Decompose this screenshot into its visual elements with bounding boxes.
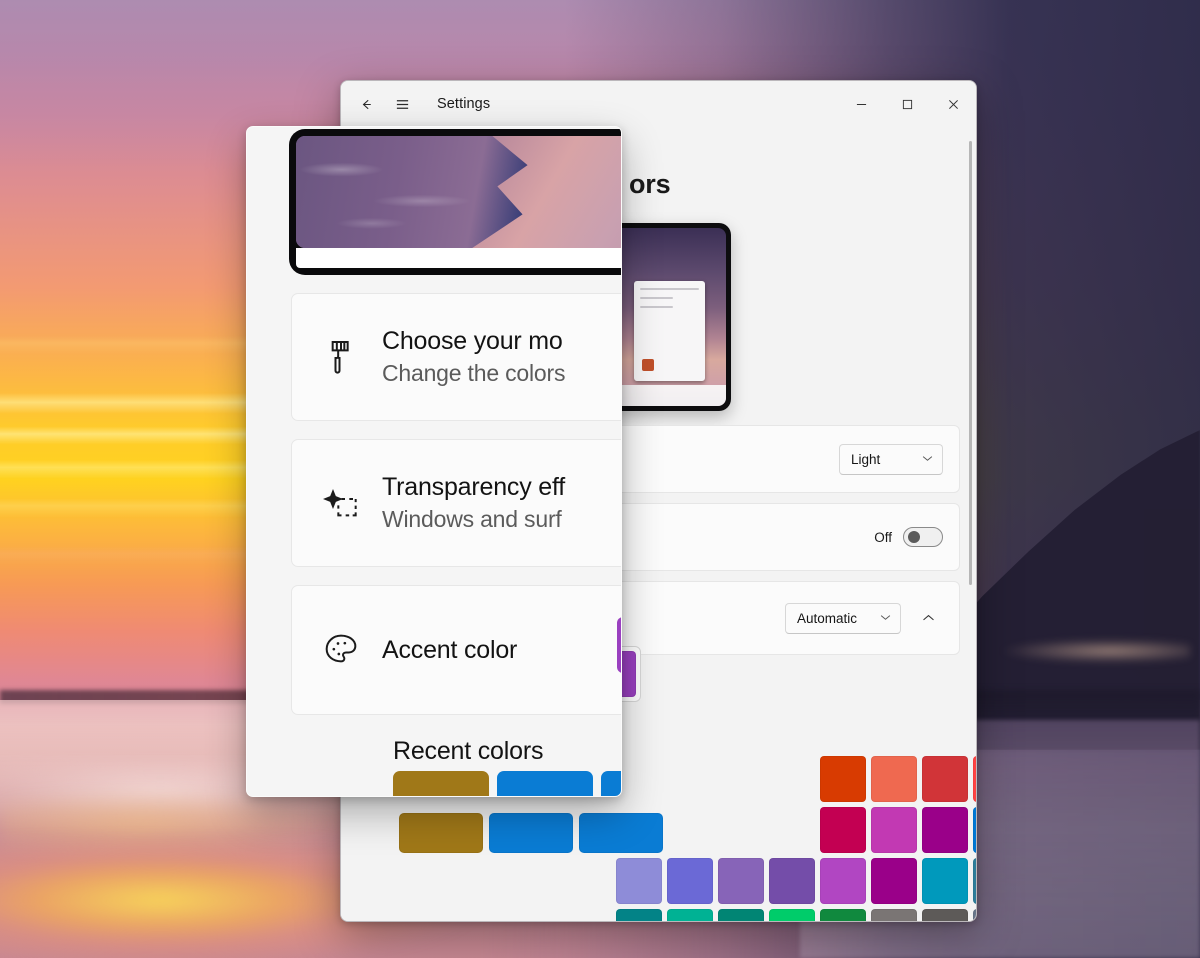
preview-line <box>639 306 673 309</box>
accent-mode-value: Automatic <box>797 610 858 626</box>
preview-taskbar <box>608 384 726 406</box>
magnified-preview-wave <box>296 136 528 248</box>
page-title: ors <box>629 169 671 199</box>
maximize-button[interactable] <box>884 81 930 127</box>
magnified-preview-taskbar <box>296 248 621 268</box>
magnified-row-title: Choose your mo <box>382 327 563 355</box>
color-swatch[interactable] <box>667 858 713 904</box>
windows-colors-row <box>616 909 976 921</box>
preview-screen <box>608 228 726 406</box>
settings-titlebar: Settings <box>341 81 976 127</box>
wallpaper-horizon-glow <box>990 638 1190 664</box>
magnified-accent-swatch[interactable] <box>617 617 621 673</box>
hamburger-menu-icon[interactable] <box>385 87 419 121</box>
color-swatch[interactable] <box>820 807 866 853</box>
chevron-down-icon <box>922 454 933 465</box>
vertical-scrollbar[interactable] <box>969 141 972 585</box>
color-swatch[interactable] <box>718 858 764 904</box>
color-swatch[interactable] <box>973 807 976 853</box>
color-swatch[interactable] <box>820 756 866 802</box>
color-swatch[interactable] <box>922 807 968 853</box>
recent-colors-row[interactable] <box>399 813 663 853</box>
windows-colors-grid[interactable] <box>616 756 976 921</box>
magnified-recent-color-swatch[interactable] <box>497 771 593 796</box>
magnified-recent-color-swatch[interactable] <box>393 771 489 796</box>
color-swatch[interactable] <box>820 858 866 904</box>
toggle-state-label: Off <box>874 529 892 545</box>
magnified-recent-colors-heading: Recent colors <box>393 737 544 765</box>
color-swatch[interactable] <box>973 756 976 802</box>
sparkle-dashed-icon <box>312 483 370 523</box>
magnified-recent-colors-row[interactable] <box>393 771 621 796</box>
paintbrush-icon <box>312 337 370 377</box>
color-swatch[interactable] <box>871 909 917 921</box>
close-button[interactable] <box>930 81 976 127</box>
color-swatch[interactable] <box>769 909 815 921</box>
window-title: Settings <box>437 96 491 112</box>
windows-colors-row <box>820 807 976 853</box>
magnifier-window[interactable]: Choose your mo Change the colors Transpa… <box>246 126 622 797</box>
chevron-down-icon <box>880 613 891 624</box>
magnified-preview-screen <box>296 136 621 248</box>
windows-colors-row <box>820 756 976 802</box>
mode-dropdown[interactable]: Light <box>839 443 943 475</box>
color-swatch[interactable] <box>871 858 917 904</box>
magnified-row-choose-your-mode[interactable]: Choose your mo Change the colors <box>291 293 621 421</box>
magnified-row-title: Accent color <box>382 635 518 664</box>
magnified-row-title: Transparency eff <box>382 473 566 501</box>
preview-line <box>639 297 673 300</box>
transparency-toggle[interactable] <box>903 527 943 547</box>
back-button[interactable] <box>349 87 383 121</box>
color-swatch[interactable] <box>616 858 662 904</box>
color-swatch[interactable] <box>922 909 968 921</box>
magnified-row-subtitle: Change the colors <box>382 360 566 386</box>
magnified-recent-color-swatch[interactable] <box>601 771 621 796</box>
color-swatch[interactable] <box>820 909 866 921</box>
accent-expander-button[interactable] <box>913 603 943 633</box>
magnified-row-accent-color[interactable]: Accent color <box>291 585 621 715</box>
color-swatch[interactable] <box>718 909 764 921</box>
color-swatch[interactable] <box>973 858 976 904</box>
color-swatch[interactable] <box>616 909 662 921</box>
desktop-preview-thumbnail <box>603 223 731 411</box>
desktop-background: Settings ors Light Off Automatic Choose … <box>0 0 1200 958</box>
accent-mode-dropdown[interactable]: Automatic <box>785 602 901 634</box>
preview-line <box>639 288 699 291</box>
toggle-knob <box>908 531 920 543</box>
magnified-desktop-preview <box>289 129 621 275</box>
color-swatch[interactable] <box>871 807 917 853</box>
color-swatch[interactable] <box>769 858 815 904</box>
recent-color-swatch[interactable] <box>489 813 573 853</box>
recent-color-swatch[interactable] <box>399 813 483 853</box>
color-swatch[interactable] <box>973 909 976 921</box>
magnified-row-subtitle: Windows and surf <box>382 506 562 532</box>
preview-inner-window <box>633 281 705 382</box>
color-swatch[interactable] <box>922 756 968 802</box>
preview-accent-tile <box>641 359 654 372</box>
minimize-button[interactable] <box>838 81 884 127</box>
color-swatch[interactable] <box>667 909 713 921</box>
color-swatch[interactable] <box>871 756 917 802</box>
mode-dropdown-value: Light <box>851 451 881 467</box>
windows-colors-row <box>616 858 976 904</box>
transparency-toggle-group[interactable]: Off <box>874 527 943 547</box>
recent-color-swatch[interactable] <box>579 813 663 853</box>
window-caption-buttons <box>838 81 976 127</box>
chevron-up-icon <box>922 609 935 627</box>
palette-icon <box>312 630 370 670</box>
color-swatch[interactable] <box>922 858 968 904</box>
magnified-row-transparency-effects[interactable]: Transparency eff Windows and surf <box>291 439 621 567</box>
